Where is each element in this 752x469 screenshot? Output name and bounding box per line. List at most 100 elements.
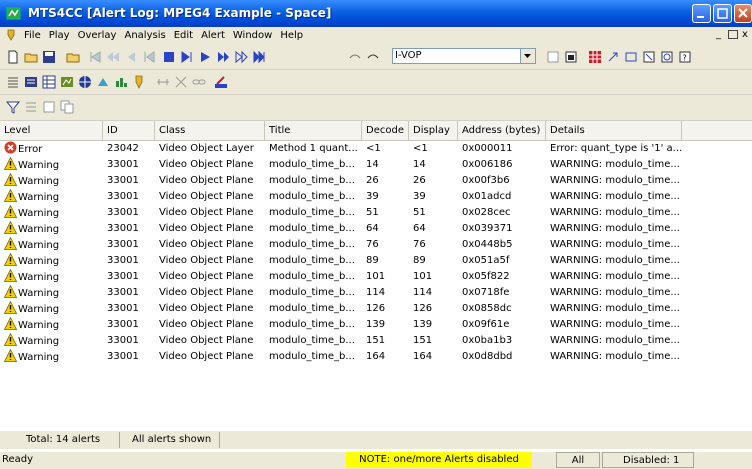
table-row[interactable]: Warning 33001 Video Object Plane modulo_tim… bbox=[0, 221, 752, 237]
menu-edit[interactable]: Edit bbox=[170, 27, 197, 45]
table-row[interactable]: Warning 33001 Video Object Plane modulo_tim… bbox=[0, 253, 752, 269]
zoom-out-icon[interactable] bbox=[660, 50, 674, 64]
menu-overlay[interactable]: Overlay bbox=[74, 27, 121, 45]
level-label: Error bbox=[18, 144, 43, 155]
bitrate-icon[interactable] bbox=[114, 75, 128, 89]
mdi-minimize-icon[interactable]: _ bbox=[716, 29, 721, 40]
help-icon[interactable]: ? bbox=[678, 50, 692, 64]
compare-icon[interactable] bbox=[96, 75, 110, 89]
overlay-icon[interactable] bbox=[624, 50, 638, 64]
play-icon[interactable] bbox=[198, 50, 212, 64]
alert-square-icon[interactable] bbox=[42, 100, 56, 114]
alert-log-icon[interactable] bbox=[132, 75, 146, 89]
cell-class: Video Object Plane bbox=[159, 287, 254, 298]
table-view-icon[interactable] bbox=[42, 75, 56, 89]
copy-icon[interactable] bbox=[60, 100, 74, 114]
analysis-globe-icon[interactable] bbox=[78, 75, 92, 89]
view-dark-icon[interactable] bbox=[564, 50, 578, 64]
table-row[interactable]: Warning 33001 Video Object Plane modulo_tim… bbox=[0, 349, 752, 365]
table-row[interactable]: Warning 33001 Video Object Plane modulo_tim… bbox=[0, 333, 752, 349]
bit-view-icon[interactable] bbox=[214, 75, 228, 89]
mdi-restore-icon[interactable] bbox=[728, 30, 738, 39]
frame-back-icon[interactable] bbox=[142, 50, 156, 64]
frame-forward-icon[interactable] bbox=[180, 50, 194, 64]
mdi-close-icon[interactable]: x bbox=[742, 29, 748, 40]
column-header-id[interactable]: ID bbox=[103, 121, 155, 140]
cell-class: Video Object Plane bbox=[159, 223, 254, 234]
menu-file[interactable]: File bbox=[20, 27, 45, 45]
list-view-icon[interactable] bbox=[6, 75, 20, 89]
column-header-decode[interactable]: Decode bbox=[362, 121, 409, 140]
menu-alert[interactable]: Alert bbox=[197, 27, 229, 45]
alert-filter-icon[interactable] bbox=[6, 100, 20, 114]
column-header-title[interactable]: Title bbox=[265, 121, 362, 140]
fast-rewind-icon[interactable] bbox=[106, 50, 120, 64]
table-row[interactable]: Warning 33001 Video Object Plane modulo_tim… bbox=[0, 317, 752, 333]
skip-end-icon[interactable] bbox=[252, 50, 266, 64]
table-row[interactable]: Error 23042 Video Object Layer Method 1 qua… bbox=[0, 141, 752, 157]
chevron-down-icon[interactable] bbox=[520, 49, 535, 63]
table-row[interactable]: Warning 33001 Video Object Plane modulo_tim… bbox=[0, 269, 752, 285]
column-header-details[interactable]: Details bbox=[546, 121, 682, 140]
alert-list-icon[interactable] bbox=[24, 100, 38, 114]
cell-details: WARNING: modulo_time... bbox=[550, 351, 680, 362]
warning-icon bbox=[4, 301, 17, 314]
cell-decode: <1 bbox=[366, 143, 381, 154]
column-header-class[interactable]: Class bbox=[155, 121, 265, 140]
cell-decode: 89 bbox=[366, 255, 379, 266]
step-back-icon[interactable] bbox=[124, 50, 138, 64]
motion-vector-icon[interactable] bbox=[606, 50, 620, 64]
cell-display: 89 bbox=[413, 255, 426, 266]
cell-display: 151 bbox=[413, 335, 433, 346]
maximize-button[interactable] bbox=[713, 4, 732, 23]
column-header-address[interactable]: Address (bytes) bbox=[458, 121, 546, 140]
column-header-level[interactable]: Level bbox=[0, 121, 103, 140]
view-single-icon[interactable] bbox=[546, 50, 560, 64]
zoom-in-icon[interactable] bbox=[642, 50, 656, 64]
cell-level: Warning bbox=[0, 173, 103, 189]
cell-display: 39 bbox=[413, 191, 426, 202]
rewind-start-icon[interactable] bbox=[88, 50, 102, 64]
table-row[interactable]: Warning 33001 Video Object Plane modulo_tim… bbox=[0, 301, 752, 317]
redo-icon[interactable] bbox=[366, 50, 380, 64]
minimize-button[interactable] bbox=[692, 4, 711, 23]
table-row[interactable]: Warning 33001 Video Object Plane modulo_tim… bbox=[0, 189, 752, 205]
stop-icon[interactable] bbox=[162, 50, 176, 64]
close-button[interactable] bbox=[734, 4, 752, 23]
open-folder-2-icon[interactable] bbox=[66, 50, 80, 64]
vop-type-select[interactable]: I-VOP bbox=[392, 48, 536, 64]
menu-play[interactable]: Play bbox=[45, 27, 74, 45]
alerts-disabled-note: NOTE: one/more Alerts disabled bbox=[346, 452, 532, 468]
column-header-display[interactable]: Display bbox=[409, 121, 458, 140]
table-row[interactable]: Warning 33001 Video Object Plane modulo_tim… bbox=[0, 173, 752, 189]
filter-exclude-icon[interactable] bbox=[174, 75, 188, 89]
open-folder-icon[interactable] bbox=[24, 50, 38, 64]
menu-help[interactable]: Help bbox=[276, 27, 307, 45]
status-disabled-count: Disabled: 1 bbox=[602, 452, 694, 468]
cell-title: modulo_time_b... bbox=[269, 319, 355, 330]
table-row[interactable]: Warning 33001 Video Object Plane modulo_tim… bbox=[0, 237, 752, 253]
save-icon[interactable] bbox=[42, 50, 56, 64]
cell-details: WARNING: modulo_time... bbox=[550, 191, 680, 202]
cell-id: 33001 bbox=[107, 159, 139, 170]
table-row[interactable]: Warning 33001 Video Object Plane modulo_tim… bbox=[0, 205, 752, 221]
cell-id: 33001 bbox=[107, 207, 139, 218]
table-row[interactable]: Warning 33001 Video Object Plane modulo_tim… bbox=[0, 285, 752, 301]
table-row[interactable]: Warning 33001 Video Object Plane modulo_tim… bbox=[0, 157, 752, 173]
timeline-icon[interactable] bbox=[156, 75, 170, 89]
cell-display: <1 bbox=[413, 143, 428, 154]
fast-forward-icon[interactable] bbox=[234, 50, 248, 64]
cell-display: 14 bbox=[413, 159, 426, 170]
link-icon[interactable] bbox=[192, 75, 206, 89]
step-forward-icon[interactable] bbox=[216, 50, 230, 64]
new-file-icon[interactable] bbox=[6, 50, 20, 64]
stream-view-icon[interactable] bbox=[60, 75, 74, 89]
hex-view-icon[interactable] bbox=[24, 75, 38, 89]
menu-analysis[interactable]: Analysis bbox=[120, 27, 169, 45]
macroblock-grid-icon[interactable] bbox=[588, 50, 602, 64]
cell-address: 0x006186 bbox=[462, 159, 513, 170]
menu-window[interactable]: Window bbox=[229, 27, 276, 45]
cell-class: Video Object Plane bbox=[159, 319, 254, 330]
undo-icon[interactable] bbox=[348, 50, 362, 64]
menu-bar: File Play Overlay Analysis Edit Alert Window He… bbox=[0, 27, 752, 45]
